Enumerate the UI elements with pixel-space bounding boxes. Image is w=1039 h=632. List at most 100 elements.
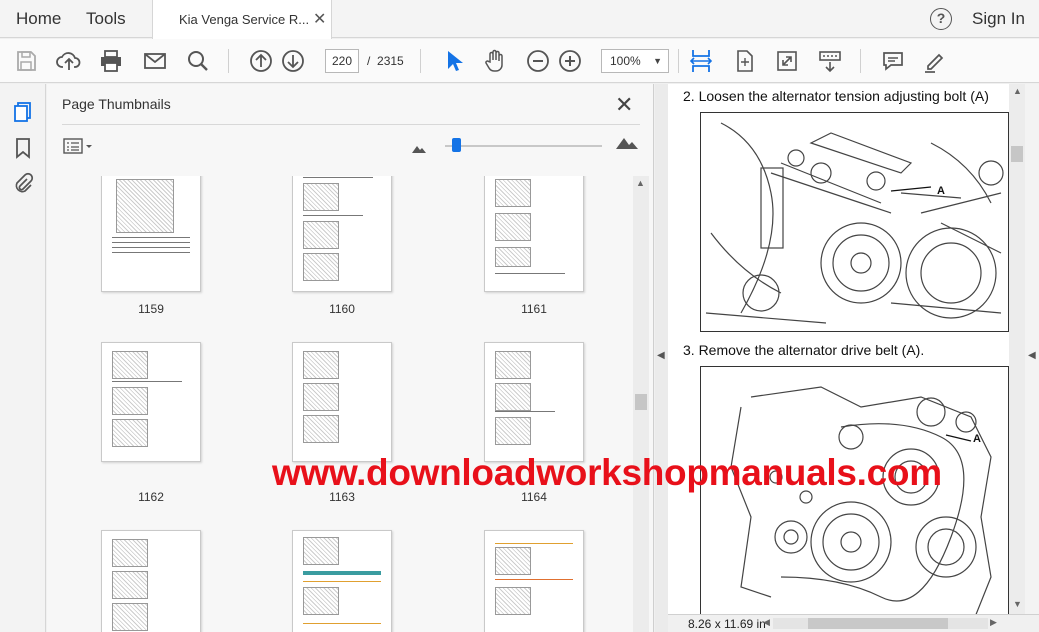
- callout-a: A: [973, 433, 981, 445]
- close-tab-icon[interactable]: ✕: [313, 9, 326, 29]
- thumbnail-line: [303, 177, 373, 178]
- thumbnail-figure: [495, 213, 531, 241]
- menu-bar: Home Tools Kia Venga Service R... ✕ ? Si…: [0, 0, 1039, 39]
- thumbnail-figure: [116, 179, 174, 233]
- comment-icon[interactable]: [880, 48, 906, 74]
- expand-right-pane-icon[interactable]: ◀: [1028, 350, 1036, 361]
- scrollbar-thumb[interactable]: [1011, 146, 1023, 162]
- thumbnail-figure: [112, 351, 148, 379]
- thumbnail-line: [112, 381, 182, 382]
- thumbnails-scrollbar[interactable]: ▲: [633, 176, 649, 632]
- close-panel-icon[interactable]: ✕: [615, 92, 633, 118]
- page-thumbnail[interactable]: [101, 176, 201, 292]
- scrollbar-thumb[interactable]: [635, 394, 647, 410]
- save-icon[interactable]: [13, 48, 39, 74]
- thumbnail-line: [112, 247, 190, 248]
- scroll-right-icon[interactable]: ▶: [990, 617, 997, 628]
- page-thumbnail[interactable]: [484, 530, 584, 632]
- thumbnail-figure: [303, 383, 339, 411]
- page-thumbnail[interactable]: [101, 530, 201, 632]
- rotate-icon[interactable]: [731, 48, 757, 74]
- toolbar-separator: [860, 49, 861, 73]
- panel-divider: [62, 124, 640, 125]
- scroll-mode-icon[interactable]: [817, 48, 843, 74]
- thumbnail-label: 1161: [521, 302, 547, 316]
- fullscreen-icon[interactable]: [774, 48, 800, 74]
- print-icon[interactable]: [98, 48, 124, 74]
- zoom-select[interactable]: 100% ▼: [601, 49, 669, 73]
- highlight-pen-icon[interactable]: [922, 48, 948, 74]
- help-icon[interactable]: ?: [930, 8, 952, 30]
- bookmark-icon[interactable]: [11, 136, 35, 160]
- search-icon[interactable]: [185, 48, 211, 74]
- thumbnail-figure: [112, 539, 148, 567]
- scroll-down-icon[interactable]: ▼: [1013, 599, 1022, 609]
- page-size-label: 8.26 x 11.69 in: [688, 617, 766, 631]
- step-3-text: 3. Remove the alternator drive belt (A).: [683, 342, 925, 358]
- chevron-down-icon: ▼: [653, 56, 662, 66]
- attachment-icon[interactable]: [11, 172, 35, 196]
- thumbnail-figure: [303, 587, 339, 615]
- thumbnail-line: [495, 273, 565, 274]
- thumbnail-figure: [495, 247, 531, 267]
- right-pane-handle[interactable]: ◀: [1025, 84, 1039, 632]
- page-separator: /: [367, 54, 371, 68]
- toolbar: 220 / 2315 100% ▼: [0, 39, 1039, 83]
- thumbnail-figure: [303, 351, 339, 379]
- page-thumbnail[interactable]: [292, 530, 392, 632]
- status-bar: 8.26 x 11.69 in ◀ ▶: [668, 614, 1039, 632]
- scroll-left-icon[interactable]: ◀: [763, 617, 770, 628]
- current-page-input[interactable]: 220: [325, 49, 359, 73]
- thumbnail-figure: [112, 387, 148, 415]
- horizontal-scrollbar-thumb[interactable]: [808, 618, 948, 629]
- thumbnail-options-icon[interactable]: [63, 138, 95, 156]
- document-tab[interactable]: Kia Venga Service R... ✕: [152, 0, 332, 39]
- select-cursor-icon[interactable]: [440, 48, 466, 74]
- scroll-up-icon[interactable]: ▲: [1013, 86, 1022, 96]
- thumbnail-line: [303, 581, 381, 582]
- thumbnail-label: 1162: [138, 490, 164, 504]
- upload-icon[interactable]: [56, 48, 82, 74]
- thumbnail-size-slider-track[interactable]: [445, 145, 602, 147]
- page-thumbnail[interactable]: [484, 342, 584, 462]
- thumbnail-line: [495, 411, 555, 412]
- thumbnail-figure: [495, 383, 531, 411]
- page-thumbnails-icon[interactable]: [11, 100, 35, 124]
- menu-tools[interactable]: Tools: [86, 9, 126, 29]
- next-page-icon[interactable]: [280, 48, 306, 74]
- collapse-left-icon[interactable]: ◀: [657, 350, 665, 361]
- callout-a: A: [937, 185, 945, 197]
- zoom-out-icon[interactable]: [525, 48, 551, 74]
- total-pages: 2315: [377, 54, 404, 68]
- page-thumbnail[interactable]: [292, 176, 392, 292]
- toolbar-separator: [228, 49, 229, 73]
- engine-illustration: [705, 122, 1004, 324]
- menu-home[interactable]: Home: [16, 9, 61, 29]
- page-thumbnail[interactable]: [292, 342, 392, 462]
- scroll-up-icon[interactable]: ▲: [636, 178, 645, 188]
- document-scrollbar[interactable]: ▲ ▼: [1009, 84, 1025, 614]
- thumbnail-highlight: [303, 571, 381, 575]
- zoom-in-icon[interactable]: [557, 48, 583, 74]
- page-thumbnail[interactable]: [101, 342, 201, 462]
- thumbnail-label: 1160: [329, 302, 355, 316]
- fit-width-icon[interactable]: [688, 48, 714, 74]
- page-thumbnail[interactable]: [484, 176, 584, 292]
- thumbnails-panel: Page Thumbnails ✕ 1159 1160 1161 1162 11…: [47, 84, 654, 632]
- sign-in-link[interactable]: Sign In: [972, 9, 1025, 29]
- thumbnail-figure: [495, 417, 531, 445]
- small-thumbnails-icon[interactable]: [411, 141, 427, 159]
- toolbar-separator: [420, 49, 421, 73]
- hand-icon[interactable]: [482, 48, 508, 74]
- thumbnail-size-slider-handle[interactable]: [452, 138, 461, 152]
- thumbnail-figure: [112, 603, 148, 631]
- thumbnail-line: [495, 543, 573, 544]
- thumbnail-figure: [303, 415, 339, 443]
- prev-page-icon[interactable]: [248, 48, 274, 74]
- thumbnail-line: [112, 242, 190, 243]
- panel-splitter[interactable]: ◀: [655, 84, 668, 632]
- email-icon[interactable]: [142, 48, 168, 74]
- large-thumbnails-icon[interactable]: [615, 136, 639, 155]
- thumbnail-line: [303, 215, 363, 216]
- thumbnail-figure: [303, 253, 339, 281]
